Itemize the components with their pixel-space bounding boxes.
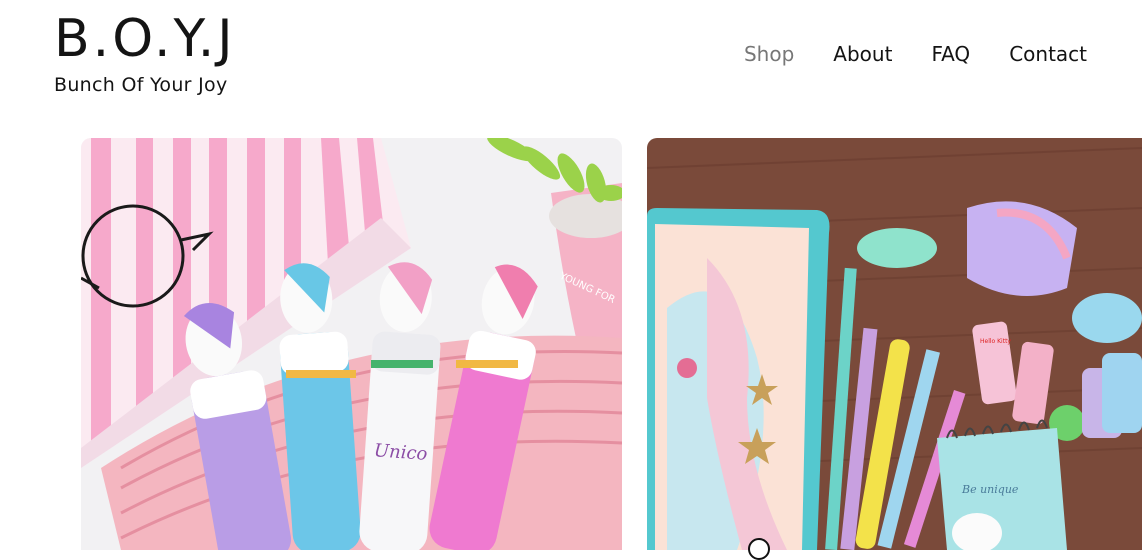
nav-item-faq[interactable]: FAQ <box>931 40 970 68</box>
nav-item-shop[interactable]: Shop <box>744 40 794 68</box>
unicorn-stationery-photo[interactable]: Hello Kitty Be unique <box>647 138 1142 550</box>
unicorn-pens-photo[interactable]: YOUNG FOR Unico <box>81 138 622 550</box>
logo-subtitle: Bunch Of Your Joy <box>54 74 228 96</box>
unicorn-stationery-image: Hello Kitty Be unique <box>647 138 1142 550</box>
logo[interactable]: B.O.Y.J Bunch Of Your Joy <box>54 8 236 96</box>
location-pin-icon <box>748 538 770 560</box>
svg-text:Be unique: Be unique <box>961 483 1019 496</box>
pencil-case <box>647 208 830 550</box>
svg-text:Unico: Unico <box>373 440 428 465</box>
logo-title[interactable]: B.O.Y.J <box>54 8 236 70</box>
unicorn-pens-image: YOUNG FOR Unico <box>81 138 622 550</box>
nav-item-contact[interactable]: Contact <box>1009 40 1087 68</box>
svg-text:Hello Kitty: Hello Kitty <box>980 338 1011 345</box>
notebook: Be unique <box>937 419 1067 550</box>
main-nav: Shop About FAQ Contact <box>744 40 1087 68</box>
nav-item-about[interactable]: About <box>833 40 892 68</box>
